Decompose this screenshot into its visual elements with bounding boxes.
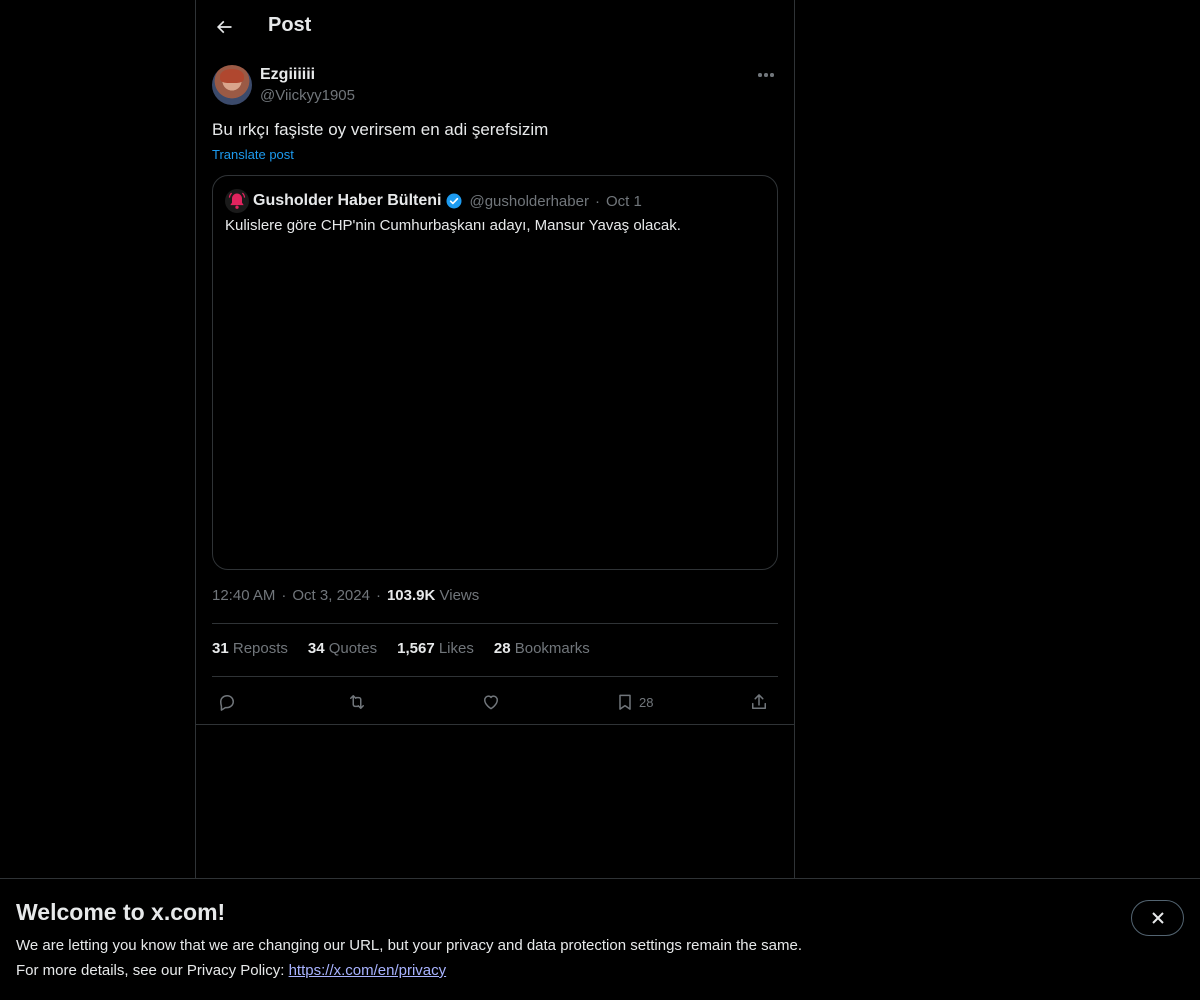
avatar[interactable] bbox=[212, 65, 252, 105]
privacy-policy-link[interactable]: https://x.com/en/privacy bbox=[289, 962, 447, 979]
primary-column: Post Ezgiiiiii @Viickyy1905 Bu ırkçı faş… bbox=[195, 0, 795, 880]
share-button[interactable] bbox=[749, 688, 769, 716]
quoted-post-text: Kulislere göre CHP'nin Cumhurbaşkanı ada… bbox=[225, 217, 681, 234]
quoted-post[interactable]: Gusholder Haber Bülteni @gusholderhaber … bbox=[212, 175, 778, 570]
banner-privacy-text: For more details, see our Privacy Policy… bbox=[16, 962, 447, 979]
views-label: Views bbox=[439, 587, 480, 604]
quoted-post-header: Gusholder Haber Bülteni @gusholderhaber … bbox=[225, 189, 642, 213]
quoted-post-date[interactable]: Oct 1 bbox=[606, 193, 642, 210]
divider bbox=[212, 623, 778, 624]
divider bbox=[212, 676, 778, 677]
bookmark-icon bbox=[619, 694, 631, 710]
post-time[interactable]: 12:40 AM bbox=[212, 587, 275, 604]
quoted-author-handle[interactable]: @gusholderhaber bbox=[469, 193, 588, 210]
quoted-avatar[interactable] bbox=[225, 189, 249, 213]
like-button[interactable] bbox=[481, 688, 501, 716]
more-options-button[interactable] bbox=[754, 64, 778, 86]
bell-icon bbox=[228, 192, 246, 209]
divider bbox=[196, 724, 794, 725]
more-dots-icon bbox=[758, 73, 762, 77]
likes-stat[interactable]: 1,567 Likes bbox=[397, 640, 474, 657]
bookmark-button[interactable]: 28 bbox=[615, 688, 653, 716]
reply-icon bbox=[220, 695, 234, 711]
post-meta: 12:40 AM · Oct 3, 2024 · 103.9K Views bbox=[212, 587, 480, 604]
quoted-author-name[interactable]: Gusholder Haber Bülteni bbox=[253, 192, 441, 210]
reposts-stat[interactable]: 31 Reposts bbox=[212, 640, 288, 657]
back-button[interactable] bbox=[208, 11, 240, 43]
author-name[interactable]: Ezgiiiiii bbox=[260, 66, 315, 84]
repost-icon bbox=[350, 695, 364, 709]
close-banner-button[interactable] bbox=[1131, 900, 1184, 936]
post-author: Ezgiiiiii @Viickyy1905 bbox=[212, 64, 778, 108]
author-handle[interactable]: @Viickyy1905 bbox=[260, 87, 355, 104]
separator-dot: · bbox=[594, 192, 600, 210]
close-icon bbox=[1151, 912, 1164, 924]
bookmarks-stat[interactable]: 28 Bookmarks bbox=[494, 640, 590, 657]
like-icon bbox=[484, 695, 498, 710]
top-bar: Post bbox=[196, 0, 794, 54]
verified-badge-icon bbox=[446, 193, 462, 209]
page-title: Post bbox=[268, 14, 312, 36]
post-date[interactable]: Oct 3, 2024 bbox=[292, 587, 370, 604]
quotes-stat[interactable]: 34 Quotes bbox=[308, 640, 377, 657]
share-icon bbox=[752, 694, 766, 709]
views-count: 103.9K bbox=[386, 587, 436, 604]
arrow-left-icon bbox=[216, 20, 232, 34]
translate-post-link[interactable]: Translate post bbox=[212, 147, 294, 162]
post-text: Bu ırkçı faşiste oy verirsem en adi şere… bbox=[212, 120, 549, 139]
banner-title: Welcome to x.com! bbox=[16, 899, 226, 925]
repost-button[interactable] bbox=[347, 688, 367, 716]
post-actions: 28 bbox=[212, 688, 778, 716]
post-stats: 31 Reposts 34 Quotes 1,567 Likes 28 Book… bbox=[212, 640, 610, 657]
url-change-banner: Welcome to x.com! We are letting you kno… bbox=[0, 878, 1200, 1000]
banner-message: We are letting you know that we are chan… bbox=[16, 937, 802, 954]
reply-button[interactable] bbox=[217, 688, 237, 716]
bookmark-count: 28 bbox=[639, 694, 654, 710]
